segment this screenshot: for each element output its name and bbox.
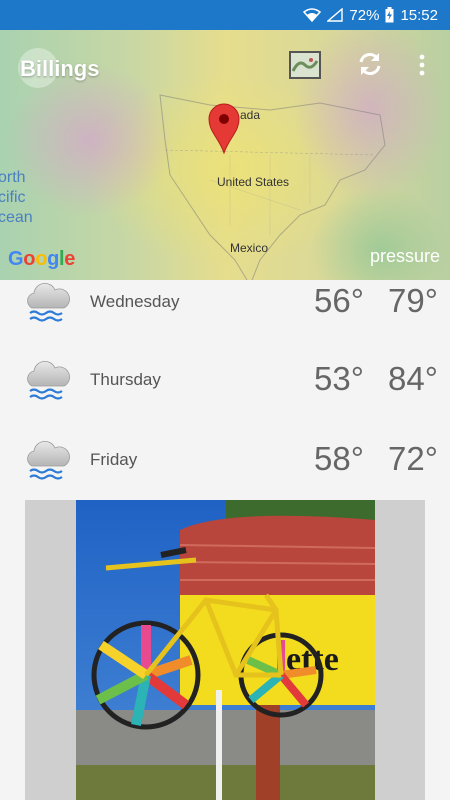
- map-label-us: United States: [217, 175, 290, 189]
- forecast-high: 84°: [388, 360, 438, 397]
- map-icon: [289, 51, 321, 79]
- forecast-day: Wednesday: [90, 292, 180, 311]
- map-label-mexico: Mexico: [230, 241, 269, 255]
- refresh-icon: [359, 53, 381, 75]
- rain-cloud-icon: [27, 440, 70, 480]
- forecast-high: 72°: [388, 440, 438, 477]
- forecast-day: Friday: [90, 450, 138, 469]
- battery-percent: 72%: [349, 6, 380, 24]
- location-photo: ette: [76, 500, 375, 800]
- refresh-button[interactable]: [356, 50, 384, 78]
- weather-map[interactable]: Billings ada United States Mexico orth c…: [0, 30, 450, 280]
- location-photo-frame[interactable]: ette: [25, 500, 425, 800]
- map-pin-icon: [208, 103, 240, 154]
- forecast-row[interactable]: Thursday 53° 84°: [0, 340, 450, 420]
- overflow-menu-button[interactable]: [412, 52, 432, 78]
- forecast-row[interactable]: Friday 58° 72°: [0, 420, 450, 500]
- forecast-low: 56°: [314, 282, 364, 319]
- city-title: Billings: [20, 56, 100, 81]
- location-marker[interactable]: [206, 102, 242, 154]
- rain-cloud-icon: [27, 282, 70, 322]
- forecast-day: Thursday: [90, 370, 161, 389]
- forecast-high: 79°: [388, 282, 438, 319]
- clock: 15:52: [400, 6, 438, 24]
- forecast-low: 53°: [314, 360, 364, 397]
- status-bar: 72% 15:52: [0, 0, 450, 30]
- overlay-label: pressure: [369, 246, 440, 266]
- forecast-low: 58°: [314, 440, 364, 477]
- map-layers-button[interactable]: [288, 50, 322, 80]
- rain-cloud-icon: [27, 360, 70, 400]
- map-label-ocean: orth cific cean: [0, 169, 33, 226]
- signal-icon: [327, 8, 344, 22]
- map-label-canada: ada: [240, 108, 261, 122]
- battery-charging-icon: [385, 7, 394, 23]
- more-vert-icon: [419, 54, 425, 76]
- wifi-icon: [303, 8, 322, 22]
- google-logo[interactable]: Google: [8, 248, 75, 271]
